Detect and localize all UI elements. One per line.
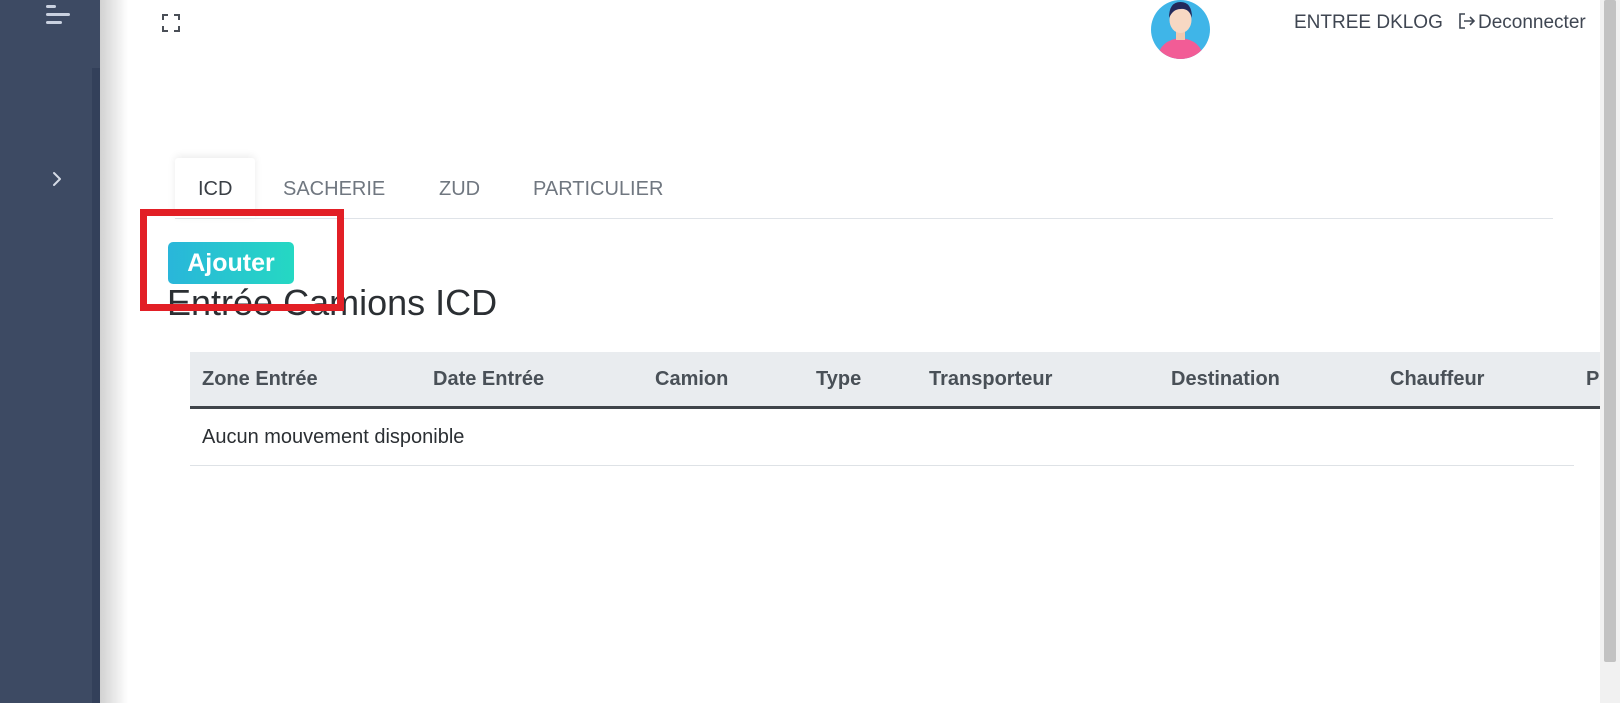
sidebar-shadow [100, 0, 128, 703]
column-header-zone-entree[interactable]: Zone Entrée [190, 352, 421, 409]
column-header-transporteur[interactable]: Transporteur [917, 352, 1159, 409]
logout-link[interactable]: Deconnecter [1458, 12, 1586, 34]
sidebar [0, 0, 100, 703]
table-row: Aucun mouvement disponible [190, 407, 1600, 466]
page-title: Entrée Camions ICD [167, 282, 498, 323]
chevron-right-icon[interactable] [50, 170, 64, 188]
column-header-camion[interactable]: Camion [643, 352, 804, 409]
scrollbar-thumb[interactable] [1604, 0, 1616, 662]
avatar[interactable] [1151, 0, 1210, 59]
add-button[interactable]: Ajouter [168, 242, 294, 284]
tab-icd[interactable]: ICD [175, 158, 256, 218]
empty-message: Aucun mouvement disponible [190, 407, 1574, 466]
movements-table: Zone Entrée Date Entrée Camion Type Tran… [190, 352, 1600, 466]
menu-icon[interactable] [44, 4, 72, 26]
column-header-type[interactable]: Type [804, 352, 917, 409]
movements-table-wrapper: Zone Entrée Date Entrée Camion Type Tran… [190, 352, 1600, 466]
tab-particulier[interactable]: PARTICULIER [533, 158, 663, 218]
fullscreen-icon[interactable] [161, 13, 181, 33]
tab-sacherie[interactable]: SACHERIE [283, 158, 385, 218]
empty-cell [1574, 408, 1600, 466]
logout-label: Deconnecter [1478, 12, 1586, 33]
table-header-row: Zone Entrée Date Entrée Camion Type Tran… [190, 352, 1600, 409]
user-name: ENTREE DKLOG [1294, 12, 1443, 33]
sidebar-scroll-edge [92, 68, 100, 703]
column-header-date-entree[interactable]: Date Entrée [421, 352, 643, 409]
column-header-chauffeur[interactable]: Chauffeur [1378, 352, 1574, 409]
logout-icon [1458, 12, 1476, 30]
tab-bar: ICD SACHERIE ZUD PARTICULIER [175, 158, 1553, 219]
tab-zud[interactable]: ZUD [439, 158, 480, 218]
column-header-p[interactable]: P [1574, 352, 1600, 409]
column-header-destination[interactable]: Destination [1159, 352, 1378, 409]
